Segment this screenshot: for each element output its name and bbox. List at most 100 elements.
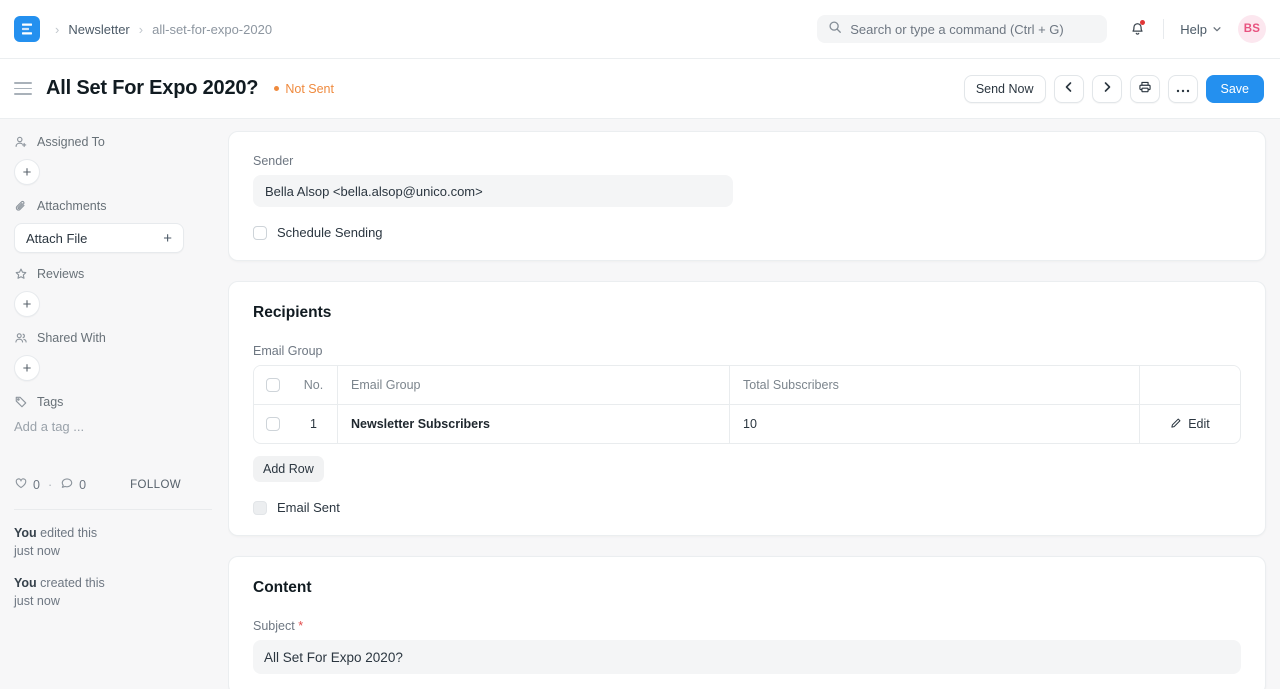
page-title: All Set For Expo 2020? (46, 77, 258, 100)
cell-email-group[interactable]: Newsletter Subscribers (338, 405, 730, 443)
sidebar-label-reviews: Reviews (37, 267, 84, 281)
tags-label-row: Tags (14, 395, 212, 409)
search-placeholder: Search or type a command (Ctrl + G) (850, 22, 1064, 37)
subject-label-text: Subject (253, 619, 295, 633)
table-header-row: No. Email Group Total Subscribers (254, 366, 1240, 405)
comment-count: 0 (79, 478, 86, 492)
row-select-cell[interactable] (254, 405, 290, 443)
counts-separator: · (40, 478, 60, 492)
email-sent-checkbox (253, 501, 267, 515)
paperclip-icon (14, 199, 28, 213)
column-header-email-group: Email Group (338, 366, 730, 404)
cell-total-subscribers[interactable]: 10 (730, 405, 1140, 443)
heart-icon (14, 476, 28, 493)
select-all-cell[interactable] (254, 366, 290, 404)
activity-actor: You (14, 576, 37, 590)
activity-action: edited this (37, 526, 97, 540)
sidebar-label-attachments: Attachments (37, 199, 106, 213)
content-card: Content Subject * All Set For Expo 2020? (228, 556, 1266, 689)
add-review-button[interactable]: + (14, 291, 40, 317)
sidebar-divider (14, 509, 212, 510)
email-group-table: No. Email Group Total Subscribers 1 News… (253, 365, 1241, 444)
add-tag-input[interactable]: Add a tag ... (14, 419, 212, 434)
star-icon (14, 267, 28, 281)
tag-icon (14, 395, 28, 409)
breadcrumb: › Newsletter › all-set-for-expo-2020 (46, 22, 272, 37)
like-group[interactable]: 0 (14, 476, 40, 493)
sidebar-footer: 0 · 0 FOLLOW You edited this just now (14, 476, 212, 611)
engagement-counts: 0 · 0 FOLLOW (14, 476, 212, 493)
add-row-button[interactable]: Add Row (253, 456, 324, 482)
search-icon (828, 20, 842, 39)
email-sent-label: Email Sent (277, 500, 340, 515)
users-icon (14, 331, 28, 345)
pencil-icon (1170, 417, 1182, 432)
shared-with-label-row: Shared With (14, 331, 212, 345)
select-all-checkbox[interactable] (266, 378, 280, 392)
bell-icon[interactable] (1121, 13, 1153, 45)
sidebar-section-shared-with: Shared With + (14, 331, 212, 381)
subject-label: Subject * (253, 619, 1241, 633)
sidebar-section-tags: Tags Add a tag ... (14, 395, 212, 434)
activity-time: just now (14, 542, 212, 560)
sidebar: Assigned To + Attachments Attach File + (0, 119, 228, 689)
send-now-button[interactable]: Send Now (964, 75, 1046, 103)
activity-item: You edited this just now (14, 524, 212, 560)
table-row[interactable]: 1 Newsletter Subscribers 10 Edit (254, 405, 1240, 443)
attach-file-label: Attach File (26, 231, 87, 246)
attach-file-button[interactable]: Attach File + (14, 223, 184, 253)
chevron-down-icon (1212, 22, 1222, 37)
add-assignee-button[interactable]: + (14, 159, 40, 185)
print-button[interactable] (1130, 75, 1160, 103)
comment-group[interactable]: 0 (60, 476, 86, 493)
page-actions: Send Now (964, 75, 1264, 103)
attachments-label-row: Attachments (14, 199, 212, 213)
edit-row-button[interactable]: Edit (1170, 417, 1210, 432)
activity-time: just now (14, 592, 212, 610)
chevron-right-icon (1101, 81, 1113, 96)
help-menu[interactable]: Help (1174, 18, 1228, 41)
avatar[interactable]: BS (1238, 15, 1266, 43)
chevron-left-icon (1063, 81, 1075, 96)
main-content: Sender Bella Alsop <bella.alsop@unico.co… (228, 119, 1280, 689)
sender-field[interactable]: Bella Alsop <bella.alsop@unico.com> (253, 175, 733, 207)
activity-actor: You (14, 526, 37, 540)
sidebar-section-assigned-to: Assigned To + (14, 135, 212, 185)
page-body: Assigned To + Attachments Attach File + (0, 119, 1280, 689)
activity-action: created this (37, 576, 105, 590)
subject-input[interactable]: All Set For Expo 2020? (253, 640, 1241, 674)
hamburger-icon[interactable] (14, 78, 36, 100)
sidebar-label-assigned-to: Assigned To (37, 135, 105, 149)
sidebar-section-reviews: Reviews + (14, 267, 212, 317)
save-button[interactable]: Save (1206, 75, 1265, 103)
column-header-no: No. (290, 366, 338, 404)
next-document-button[interactable] (1092, 75, 1122, 103)
more-actions-button[interactable] (1168, 75, 1198, 103)
required-asterisk: * (298, 619, 303, 633)
schedule-sending-row[interactable]: Schedule Sending (253, 225, 1241, 240)
row-checkbox[interactable] (266, 417, 280, 431)
recipients-title: Recipients (253, 304, 1241, 322)
page-header: All Set For Expo 2020? Not Sent Send Now (0, 59, 1280, 119)
frappe-logo-icon[interactable] (14, 16, 40, 42)
status-dot (274, 86, 279, 91)
breadcrumb-item-newsletter[interactable]: Newsletter (68, 22, 129, 37)
sidebar-section-attachments: Attachments Attach File + (14, 199, 212, 253)
search-input[interactable]: Search or type a command (Ctrl + G) (817, 15, 1107, 43)
status-badge: Not Sent (274, 82, 334, 96)
assigned-to-label-row: Assigned To (14, 135, 212, 149)
prev-document-button[interactable] (1054, 75, 1084, 103)
row-edit-cell[interactable]: Edit (1140, 405, 1240, 443)
recipients-card: Recipients Email Group No. Email Group T… (228, 281, 1266, 536)
navbar: › Newsletter › all-set-for-expo-2020 Sea… (0, 0, 1280, 59)
like-count: 0 (33, 478, 40, 492)
printer-icon (1138, 80, 1152, 97)
breadcrumb-item-document[interactable]: all-set-for-expo-2020 (152, 22, 272, 37)
activity-item: You created this just now (14, 574, 212, 610)
schedule-sending-label: Schedule Sending (277, 225, 383, 240)
email-group-label: Email Group (253, 344, 1241, 358)
follow-button[interactable]: FOLLOW (130, 479, 181, 491)
add-shared-user-button[interactable]: + (14, 355, 40, 381)
edit-label: Edit (1188, 417, 1210, 431)
schedule-sending-checkbox[interactable] (253, 226, 267, 240)
